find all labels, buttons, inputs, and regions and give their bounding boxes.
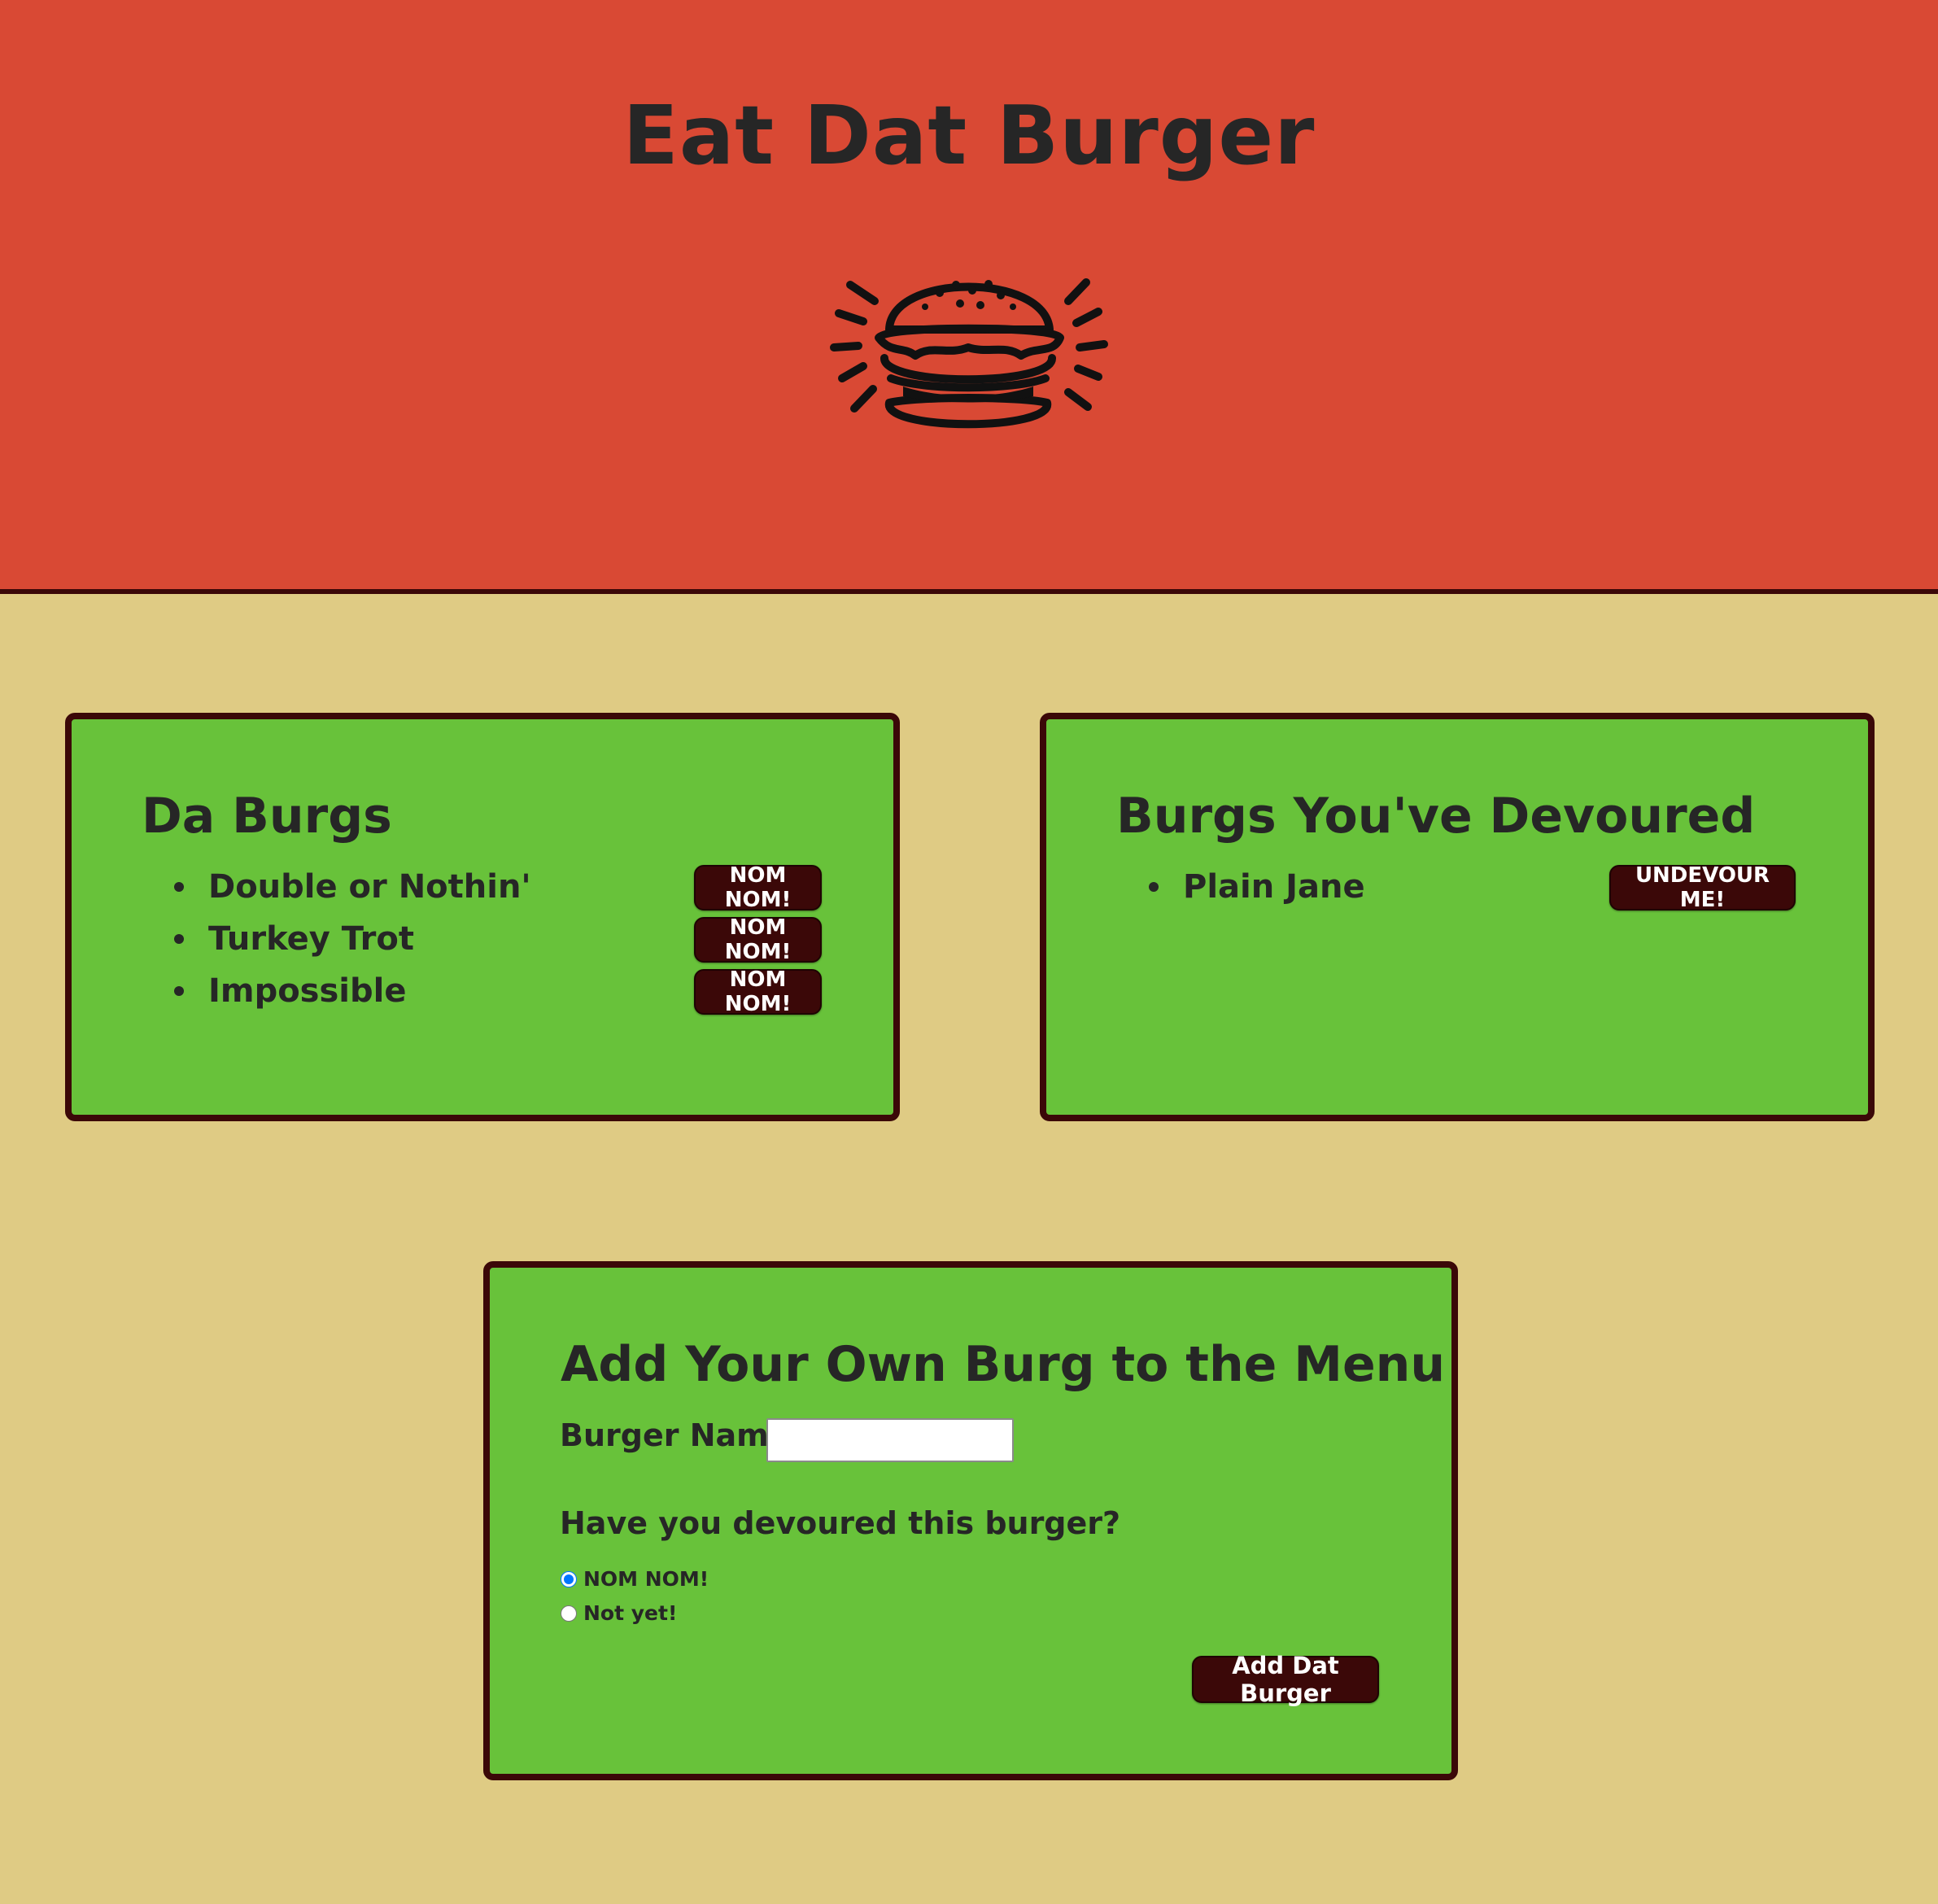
bullet-icon	[1149, 882, 1159, 892]
undevour-button[interactable]: UNDEVOUR ME!	[1609, 863, 1796, 912]
devour-button[interactable]: NOM NOM!	[694, 915, 822, 964]
burger-name: Plain Jane	[1183, 868, 1365, 906]
devour-button[interactable]: NOM NOM!	[694, 863, 822, 912]
devour-button[interactable]: NOM NOM!	[694, 967, 822, 1016]
uneaten-card-title: Da Burgs	[142, 788, 392, 845]
radio-label: Not yet!	[583, 1601, 678, 1625]
devoured-card-title: Burgs You've Devoured	[1116, 788, 1756, 845]
add-burger-button[interactable]: Add Dat Burger	[1192, 1652, 1379, 1707]
radio-option-nom[interactable]: NOM NOM!	[561, 1567, 709, 1591]
list-item: Impossible	[171, 965, 406, 1017]
bullet-icon	[174, 986, 184, 996]
radio-option-not-yet[interactable]: Not yet!	[561, 1601, 677, 1625]
devoured-burgers-card	[1040, 713, 1875, 1121]
devoured-question: Have you devoured this burger?	[560, 1505, 1121, 1541]
list-item: Double or Nothin'	[171, 861, 531, 913]
burger-icon	[830, 278, 1108, 429]
site-title: Eat Dat Burger	[622, 88, 1316, 183]
bullet-icon	[174, 934, 184, 944]
add-form-title: Add Your Own Burg to the Menu	[561, 1336, 1446, 1393]
site-header: Eat Dat Burger	[0, 0, 1938, 594]
list-item: Turkey Trot	[171, 913, 414, 965]
burger-name-input[interactable]	[766, 1418, 1014, 1462]
burger-name: Turkey Trot	[208, 920, 414, 958]
nom-nom-radio[interactable]	[561, 1570, 577, 1587]
burger-name: Double or Nothin'	[208, 868, 531, 906]
bullet-icon	[174, 882, 184, 892]
radio-label: NOM NOM!	[583, 1567, 709, 1591]
not-yet-radio[interactable]	[561, 1605, 577, 1622]
list-item: Plain Jane	[1146, 861, 1365, 913]
burger-name: Impossible	[208, 972, 407, 1010]
